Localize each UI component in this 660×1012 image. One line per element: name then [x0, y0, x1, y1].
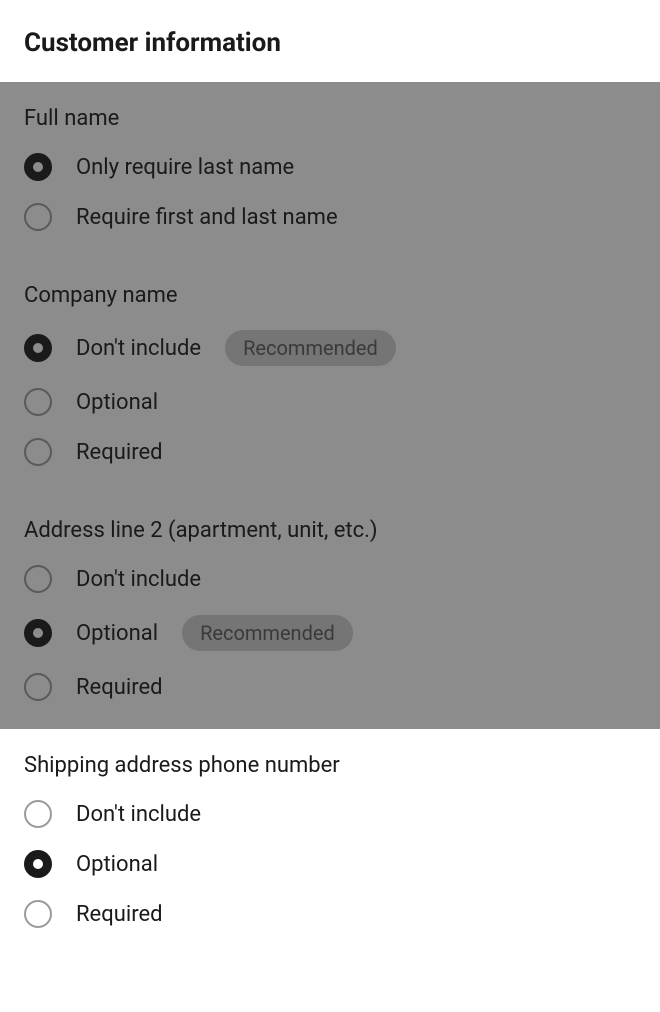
radio-icon: [24, 900, 52, 928]
radio-label: Required: [76, 675, 163, 700]
radio-label: Don't include: [76, 802, 201, 827]
radio-icon: [24, 673, 52, 701]
radio-icon: [24, 153, 52, 181]
radio-label: Required: [76, 902, 163, 927]
radio-company-required[interactable]: Required: [24, 438, 636, 466]
radio-label: Required: [76, 440, 163, 465]
radio-first-and-last-name[interactable]: Require first and last name: [24, 203, 636, 231]
radio-icon: [24, 203, 52, 231]
company-name-label: Company name: [24, 283, 636, 308]
radio-label: Optional: [76, 621, 158, 646]
radio-icon: [24, 388, 52, 416]
radio-company-optional[interactable]: Optional: [24, 388, 636, 416]
shipping-phone-label: Shipping address phone number: [24, 753, 636, 778]
radio-icon: [24, 619, 52, 647]
radio-phone-dont-include[interactable]: Don't include: [24, 800, 636, 828]
full-name-label: Full name: [24, 106, 636, 131]
radio-label: Don't include: [76, 567, 201, 592]
radio-label: Optional: [76, 390, 158, 415]
radio-label: Only require last name: [76, 155, 294, 180]
radio-icon: [24, 800, 52, 828]
radio-address2-required[interactable]: Required: [24, 673, 636, 701]
section-address-line-2: Address line 2 (apartment, unit, etc.) D…: [0, 494, 660, 729]
radio-phone-optional[interactable]: Optional: [24, 850, 636, 878]
radio-only-last-name[interactable]: Only require last name: [24, 153, 636, 181]
radio-icon: [24, 850, 52, 878]
section-full-name: Full name Only require last name Require…: [0, 82, 660, 259]
radio-label: Optional: [76, 852, 158, 877]
radio-icon: [24, 565, 52, 593]
radio-phone-required[interactable]: Required: [24, 900, 636, 928]
page-title: Customer information: [24, 28, 636, 58]
section-company-name: Company name Don't include Recommended O…: [0, 259, 660, 494]
page-header: Customer information: [0, 0, 660, 82]
recommended-badge: Recommended: [182, 615, 353, 651]
radio-company-dont-include[interactable]: Don't include Recommended: [24, 330, 636, 366]
section-shipping-phone: Shipping address phone number Don't incl…: [0, 729, 660, 956]
recommended-badge: Recommended: [225, 330, 396, 366]
radio-address2-optional[interactable]: Optional Recommended: [24, 615, 636, 651]
radio-address2-dont-include[interactable]: Don't include: [24, 565, 636, 593]
address-line-2-label: Address line 2 (apartment, unit, etc.): [24, 518, 636, 543]
radio-label: Don't include: [76, 336, 201, 361]
radio-label: Require first and last name: [76, 205, 338, 230]
radio-icon: [24, 334, 52, 362]
radio-icon: [24, 438, 52, 466]
